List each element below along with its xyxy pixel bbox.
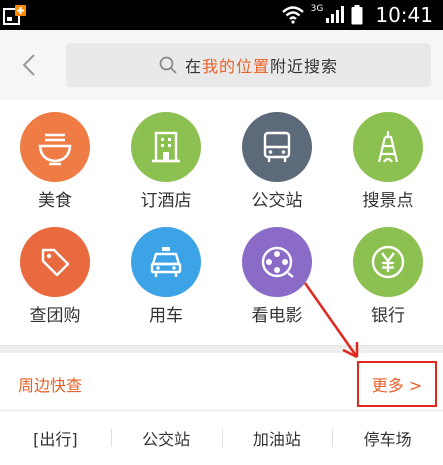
noodle-bowl-icon <box>20 112 90 182</box>
quick-tab-parking[interactable]: 停车场 <box>332 411 443 465</box>
quick-tab-travel[interactable]: [出行] <box>0 411 111 465</box>
category-group-buy[interactable]: 查团购 <box>0 215 110 326</box>
signal-icon <box>326 6 345 23</box>
chevron-left-icon <box>22 54 35 76</box>
category-label: 订酒店 <box>140 191 192 211</box>
section-divider <box>0 345 443 353</box>
quick-search-tabs: [出行] 公交站 加油站 停车场 <box>0 411 443 465</box>
tag-icon <box>20 227 90 297</box>
category-bank[interactable]: 银行 <box>333 215 443 326</box>
category-label: 查团购 <box>29 306 81 326</box>
category-scenic-spot[interactable]: 搜景点 <box>333 100 443 211</box>
category-grid: 美食 订酒店 公交站 搜景点 查团购 用车 看电影 银行 <box>0 100 443 350</box>
bus-icon <box>242 112 312 182</box>
film-reel-icon <box>242 227 312 297</box>
category-bus-stop[interactable]: 公交站 <box>222 100 332 211</box>
category-label: 搜景点 <box>362 191 414 211</box>
category-label: 看电影 <box>251 306 303 326</box>
network-type: 3G <box>310 4 324 14</box>
status-bar: 3G 10:41 <box>0 0 443 30</box>
quick-tab-gas-station[interactable]: 加油站 <box>221 411 333 465</box>
category-label: 美食 <box>38 191 72 211</box>
nearby-section: 周边快查 更多 > <box>0 353 443 411</box>
header: 在我的位置附近搜索 <box>0 30 443 100</box>
category-car-hailing[interactable]: 用车 <box>111 215 221 326</box>
yuan-icon <box>353 227 423 297</box>
search-input[interactable]: 在我的位置附近搜索 <box>66 43 431 87</box>
category-food[interactable]: 美食 <box>0 100 110 211</box>
tower-icon <box>353 112 423 182</box>
wifi-icon <box>281 6 304 24</box>
category-label: 用车 <box>149 306 183 326</box>
category-hotel[interactable]: 订酒店 <box>111 100 221 211</box>
search-icon <box>159 56 177 74</box>
quick-tab-bus-stop[interactable]: 公交站 <box>110 411 222 465</box>
category-label: 公交站 <box>251 191 303 211</box>
notification-app-icon <box>3 5 26 25</box>
nearby-title: 周边快查 <box>18 376 83 395</box>
search-placeholder: 在我的位置附近搜索 <box>184 57 339 76</box>
hotel-building-icon <box>131 112 201 182</box>
more-button[interactable]: 更多 > <box>357 361 437 407</box>
category-label: 银行 <box>371 306 405 326</box>
status-time: 10:41 <box>375 3 433 27</box>
back-button[interactable] <box>14 48 44 82</box>
taxi-icon <box>131 227 201 297</box>
category-movie[interactable]: 看电影 <box>222 215 332 326</box>
battery-icon <box>351 5 363 25</box>
